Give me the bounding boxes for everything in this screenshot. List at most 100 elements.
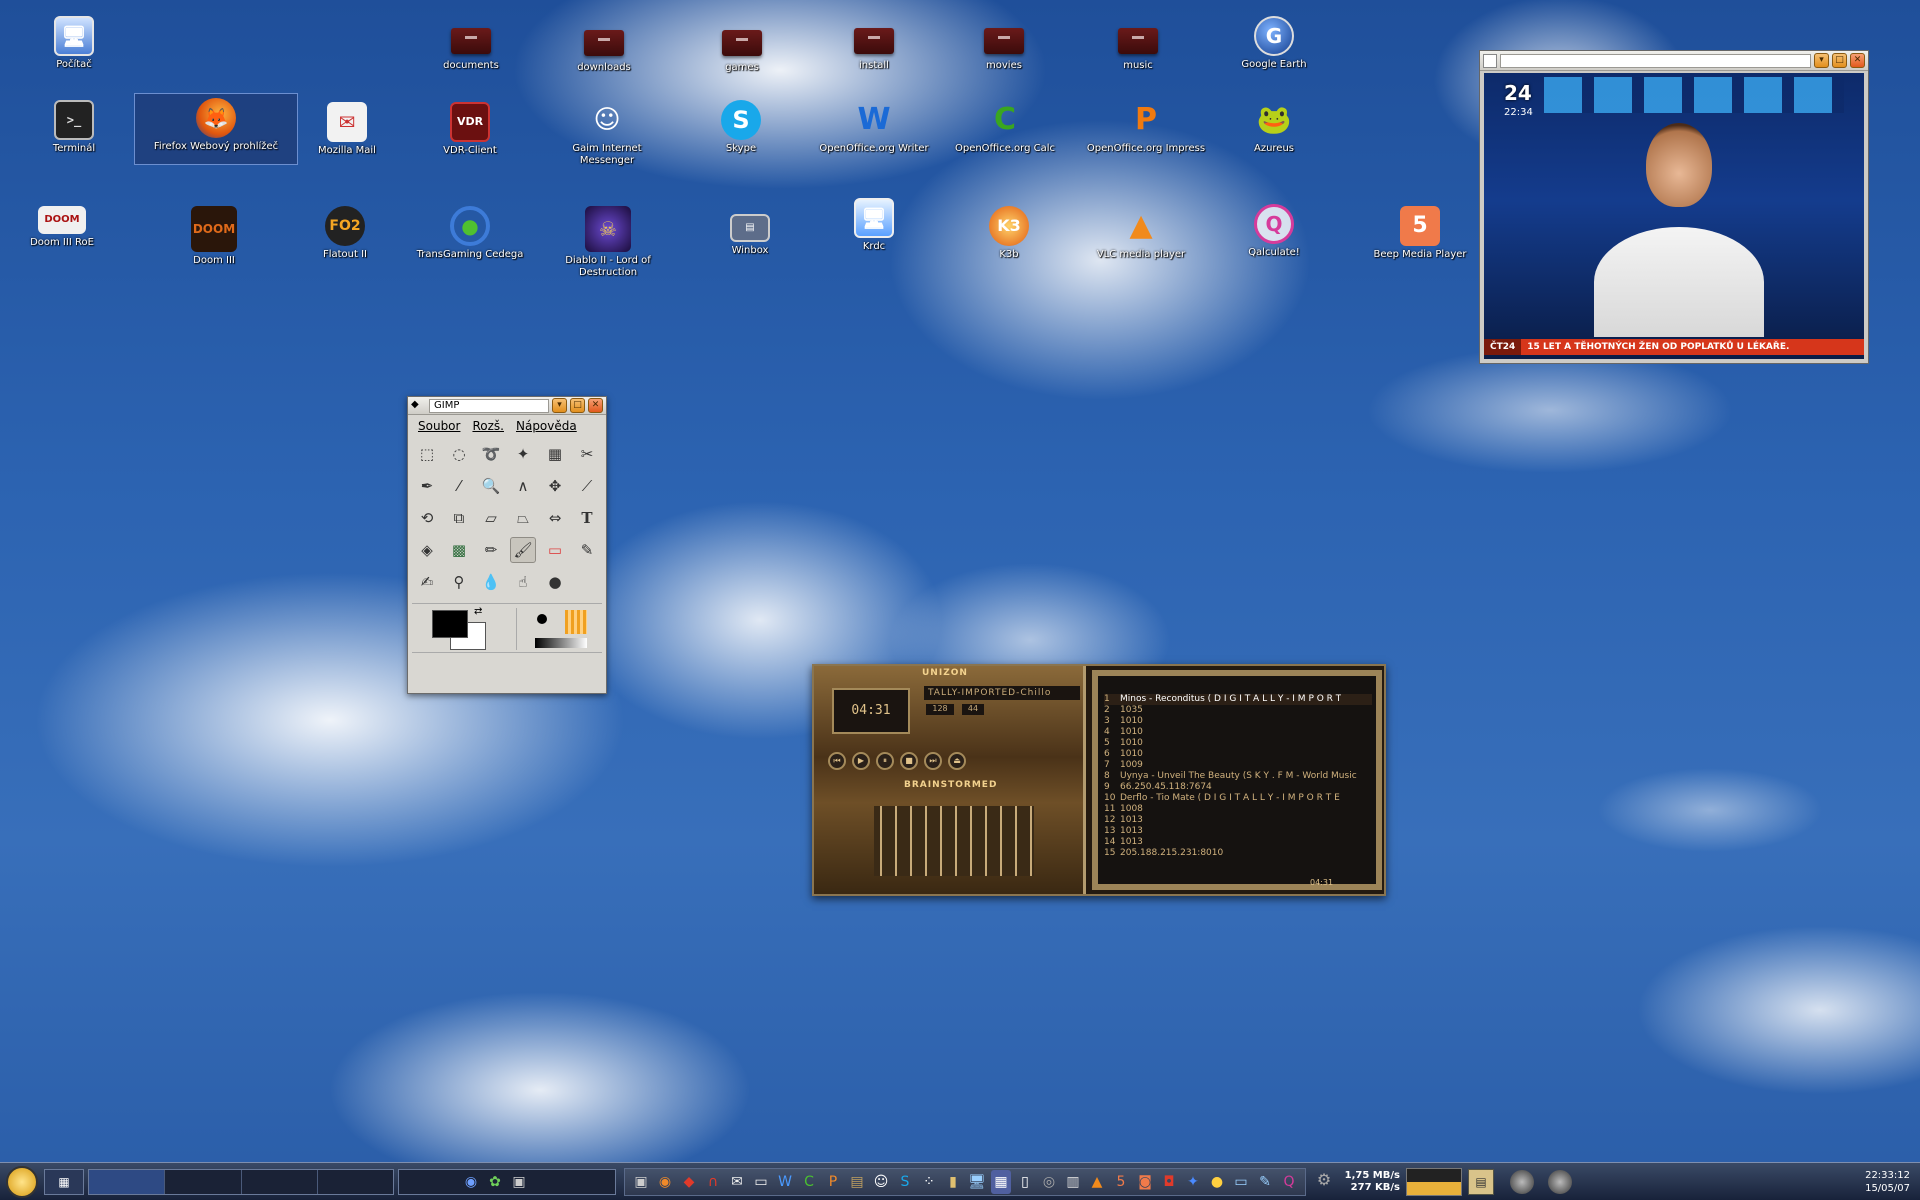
measure-tool-icon[interactable]: ∧ — [510, 473, 536, 499]
close-button[interactable]: ✕ — [588, 398, 603, 413]
player-main-panel[interactable]: UNIZON 04:31 TALLY-IMPORTED-Chillo 128 4… — [814, 666, 1086, 894]
desktop-icon-doom3[interactable]: DOOM Doom III — [154, 206, 274, 267]
gimp-titlebar[interactable]: ◆ GIMP ▾ □ ✕ — [408, 397, 606, 415]
desktop-icon-computer[interactable]: 🖥 Počítač — [14, 16, 134, 71]
text-tool-icon[interactable]: T — [574, 505, 600, 531]
quick-firefox-icon[interactable]: ◉ — [655, 1170, 675, 1194]
desktop-icon-mozilla-mail[interactable]: ✉ Mozilla Mail — [287, 102, 407, 157]
desktop-icon-oo-impress[interactable]: P OpenOffice.org Impress — [1086, 100, 1206, 155]
xine-video-window[interactable]: xine: xvdr:tcp://10.93.49.250#nocache;de… — [1479, 50, 1869, 364]
desktop-icon-skype[interactable]: S Skype — [681, 100, 801, 155]
menu-extensions[interactable]: Rozš. — [472, 419, 504, 433]
clock[interactable]: 22:33:12 15/05/07 — [1865, 1169, 1910, 1195]
audio-player-window[interactable]: UNIZON 04:31 TALLY-IMPORTED-Chillo 128 4… — [812, 664, 1386, 896]
quick-notes-icon[interactable]: ▭ — [751, 1170, 771, 1194]
quick-magnet-icon[interactable]: ∩ — [703, 1170, 723, 1194]
smudge-tool-icon[interactable]: ☝ — [510, 569, 536, 595]
perspective-tool-icon[interactable]: ⏢ — [510, 505, 536, 531]
quick-tux-icon[interactable]: ● — [1207, 1170, 1227, 1194]
playlist-row[interactable]: 15 205.188.215.231:8010 — [1104, 848, 1372, 859]
color-picker-tool-icon[interactable]: ⁄ — [446, 473, 472, 499]
quick-impress-icon[interactable]: P — [823, 1170, 843, 1194]
ink-tool-icon[interactable]: ✍ — [414, 569, 440, 595]
blend-tool-icon[interactable]: ▩ — [446, 537, 472, 563]
desktop-icon-install[interactable]: install — [814, 20, 934, 72]
quick-disk-icon[interactable]: ◎ — [1039, 1170, 1059, 1194]
playlist-row[interactable]: 8 Uynya - Unveil The Beauty (S K Y . F M … — [1104, 771, 1372, 782]
desktop-icon-movies[interactable]: movies — [944, 20, 1064, 72]
desktop-icon-k3b[interactable]: K3 K3b — [949, 206, 1069, 261]
desktop-icon-downloads[interactable]: downloads — [544, 22, 664, 74]
system-monitor-graph[interactable] — [1406, 1167, 1462, 1196]
tray-speaker-icon[interactable] — [1510, 1169, 1534, 1194]
desktop-icon-vlc[interactable]: ▲ VLC media player — [1081, 206, 1201, 261]
quick-media-icon[interactable]: ◙ — [1135, 1170, 1155, 1194]
blur-tool-icon[interactable]: 💧 — [478, 569, 504, 595]
playlist-row[interactable]: 1 Minos - Reconditus ( D I G I T A L L Y … — [1104, 694, 1372, 705]
desktop-icon-azureus[interactable]: 🐸 Azureus — [1214, 100, 1334, 155]
playlist-row[interactable]: 9 66.250.45.118:7674 — [1104, 782, 1372, 793]
desktop-icon-doom3-roe[interactable]: DOOM Doom III RoE — [2, 206, 122, 249]
quick-gaim-icon[interactable]: ☺ — [871, 1170, 891, 1194]
quick-monitor-icon[interactable]: 🖥 — [967, 1170, 987, 1194]
quick-flatout-icon[interactable]: ◆ — [679, 1170, 699, 1194]
playlist-row[interactable]: 13 1013 — [1104, 826, 1372, 837]
minimize-button[interactable]: ▾ — [1814, 53, 1829, 68]
previous-button[interactable]: ⏮ — [828, 752, 846, 770]
quick-terminal-icon[interactable]: ▣ — [631, 1170, 651, 1194]
stop-button[interactable]: ■ — [900, 752, 918, 770]
desktop-icon-beep-media-player[interactable]: 5 Beep Media Player — [1360, 206, 1480, 261]
shear-tool-icon[interactable]: ▱ — [478, 505, 504, 531]
equalizer-sliders[interactable] — [874, 806, 1034, 876]
xine-titlebar[interactable]: xine: xvdr:tcp://10.93.49.250#nocache;de… — [1480, 51, 1868, 71]
video-frame[interactable]: 24 22:34 ČT24 15 LET A TĚHOTNÝCH ŽEN OD … — [1484, 73, 1864, 359]
flip-tool-icon[interactable]: ⇔ — [542, 505, 568, 531]
color-select-tool-icon[interactable]: ▦ — [542, 441, 568, 467]
gimp-toolbox-window[interactable]: ◆ GIMP ▾ □ ✕ Soubor Rozš. Nápověda ⬚ ◌ ➰… — [407, 396, 607, 694]
show-desktop-button[interactable]: ▦ — [44, 1168, 84, 1195]
paintbrush-tool-icon[interactable]: 🖌 — [510, 537, 536, 563]
desktop-icon-documents[interactable]: documents — [411, 20, 531, 72]
paths-tool-icon[interactable]: ✒ — [414, 473, 440, 499]
task-terminal-icon[interactable]: ▣ — [509, 1170, 529, 1194]
network-monitor-icon[interactable]: ⚙ — [1312, 1170, 1336, 1194]
quick-writer-icon[interactable]: W — [775, 1170, 795, 1194]
playlist-row[interactable]: 6 1010 — [1104, 749, 1372, 760]
desktop-icon-oo-calc[interactable]: C OpenOffice.org Calc — [945, 100, 1065, 155]
pencil-tool-icon[interactable]: ✏ — [478, 537, 504, 563]
close-button[interactable]: ✕ — [1850, 53, 1865, 68]
start-menu-button[interactable] — [6, 1165, 38, 1198]
swap-colors-icon[interactable]: ⇄ — [474, 606, 482, 617]
quick-vlc-icon[interactable]: ▲ — [1087, 1170, 1107, 1194]
quick-krdc-icon[interactable]: ▭ — [1231, 1170, 1251, 1194]
playlist-panel[interactable]: 1 Minos - Reconditus ( D I G I T A L L Y … — [1092, 670, 1382, 890]
desktop-icon-krdc[interactable]: 🖥 Krdc — [814, 198, 934, 253]
desktop-icon-cedega[interactable]: ● TransGaming Cedega — [410, 206, 530, 261]
task-firefox-icon[interactable]: ◉ — [461, 1170, 481, 1194]
desktop-icon-games[interactable]: games — [682, 22, 802, 74]
desktop-icon-qalculate[interactable]: Q Qalculate! — [1214, 204, 1334, 259]
scale-tool-icon[interactable]: ⧉ — [446, 505, 472, 531]
playlist-row[interactable]: 12 1013 — [1104, 815, 1372, 826]
pause-button[interactable]: ⏸ — [876, 752, 894, 770]
playlist-row[interactable]: 5 1010 — [1104, 738, 1372, 749]
eraser-tool-icon[interactable]: ▭ — [542, 537, 568, 563]
playlist-row[interactable]: 11 1008 — [1104, 804, 1372, 815]
airbrush-tool-icon[interactable]: ✎ — [574, 537, 600, 563]
quick-grid-icon[interactable]: ⁘ — [919, 1170, 939, 1194]
quick-pen-icon[interactable]: ✎ — [1255, 1170, 1275, 1194]
next-button[interactable]: ⏭ — [924, 752, 942, 770]
quick-doc-icon[interactable]: ▯ — [1015, 1170, 1035, 1194]
workspace-2[interactable] — [165, 1169, 242, 1194]
menu-file[interactable]: Soubor — [418, 419, 460, 433]
brush-pattern-gradient-area[interactable] — [516, 608, 600, 650]
desktop-icon-winbox[interactable]: ▤ Winbox — [690, 214, 810, 257]
window-menu-icon[interactable] — [1483, 53, 1497, 68]
quick-folder-icon[interactable]: ▮ — [943, 1170, 963, 1194]
crop-tool-icon[interactable]: ⟋ — [574, 473, 600, 499]
workspace-3[interactable] — [242, 1169, 318, 1194]
quick-beep-icon[interactable]: 5 — [1111, 1170, 1131, 1194]
move-tool-icon[interactable]: ✥ — [542, 473, 568, 499]
tray-notes-icon[interactable]: ▤ — [1468, 1168, 1494, 1195]
minimize-button[interactable]: ▾ — [552, 398, 567, 413]
